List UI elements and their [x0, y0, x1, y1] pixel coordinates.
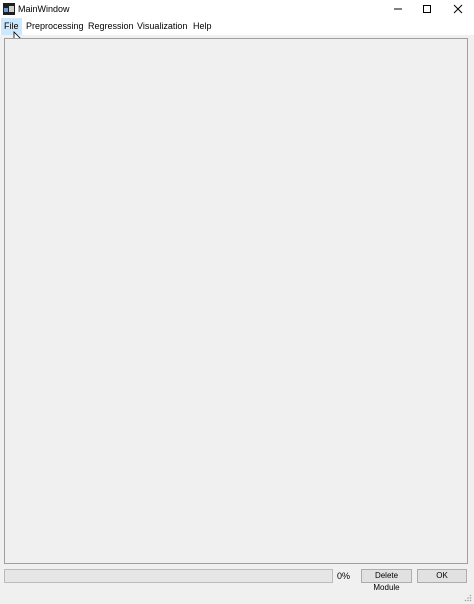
window-title: MainWindow — [18, 4, 70, 14]
close-button[interactable] — [442, 0, 474, 18]
main-window: MainWindow File Preprocessing Regression… — [0, 0, 474, 604]
menu-preprocessing[interactable]: Preprocessing — [23, 18, 87, 35]
menu-help[interactable]: Help — [190, 18, 215, 35]
menu-bar: File Preprocessing Regression Visualizat… — [0, 18, 474, 35]
workspace-area[interactable] — [4, 38, 468, 564]
app-icon — [3, 3, 15, 15]
minimize-icon — [394, 8, 402, 10]
menu-visualization[interactable]: Visualization — [134, 18, 190, 35]
close-icon — [453, 4, 463, 14]
delete-module-button[interactable]: Delete Module — [361, 569, 412, 592]
menu-regression[interactable]: Regression — [85, 18, 137, 35]
maximize-icon — [423, 5, 431, 13]
maximize-button[interactable] — [411, 0, 443, 18]
title-bar[interactable]: MainWindow — [0, 0, 474, 18]
ok-button[interactable]: OK — [417, 569, 467, 583]
progress-text: 0% — [337, 571, 351, 581]
progress-bar — [4, 569, 333, 583]
resize-grip-icon[interactable] — [463, 593, 472, 602]
minimize-button[interactable] — [382, 0, 414, 18]
